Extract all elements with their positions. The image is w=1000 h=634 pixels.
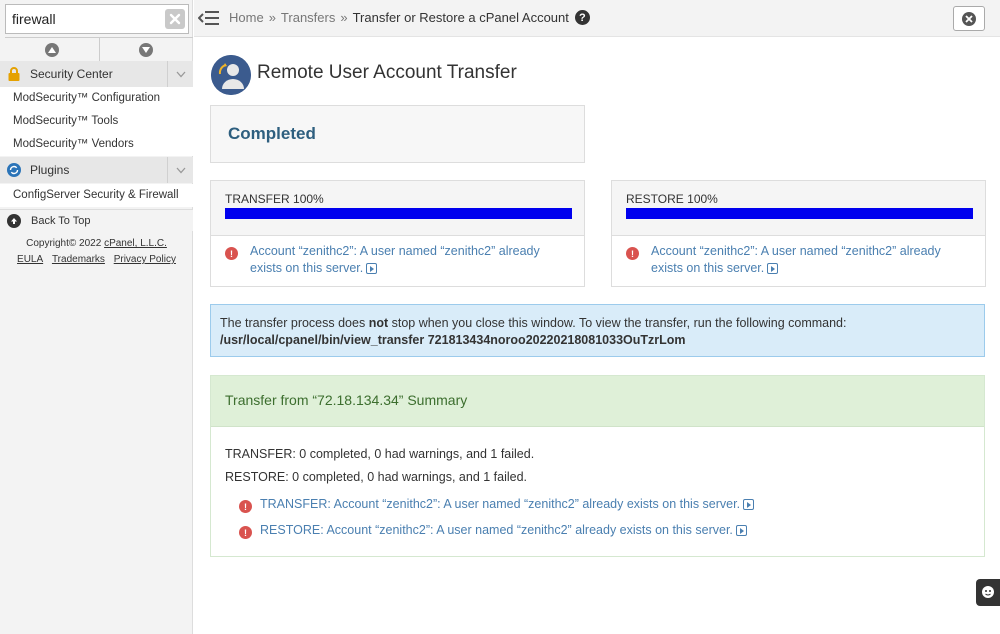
transfer-progress-label: TRANSFER 100%	[225, 192, 324, 206]
close-icon	[169, 13, 181, 25]
clear-search-button[interactable]	[165, 9, 185, 29]
sidebar-item-modsecurity-configuration[interactable]: ModSecurity™ Configuration	[0, 87, 193, 110]
summary-transfer-error-message[interactable]: TRANSFER: Account “zenithc2”: A user nam…	[260, 496, 755, 513]
sidebar-item-modsecurity-vendors[interactable]: ModSecurity™ Vendors	[0, 133, 193, 156]
close-circle-icon	[962, 11, 976, 26]
plugins-icon	[7, 163, 21, 177]
error-icon: !	[626, 247, 639, 260]
info-text: The transfer process does not stop when …	[220, 316, 847, 330]
search-input[interactable]	[6, 5, 156, 33]
eula-link[interactable]: EULA	[17, 254, 43, 265]
transfer-error: ! Account “zenithc2”: A user named “zeni…	[225, 243, 575, 277]
summary-transfer-line: TRANSFER: 0 completed, 0 had warnings, a…	[225, 447, 535, 461]
section-label: Security Center	[30, 67, 113, 81]
privacy-policy-link[interactable]: Privacy Policy	[114, 254, 176, 265]
info-alert: The transfer process does not stop when …	[210, 304, 985, 357]
details-icon[interactable]	[366, 263, 378, 275]
restore-progress-panel: RESTORE 100% ! Account “zenithc2”: A use…	[611, 180, 986, 287]
status-text: Completed	[228, 124, 316, 143]
copyright-text: Copyright© 2022	[26, 238, 102, 249]
sidebar-item-configserver-firewall[interactable]: ConfigServer Security & Firewall	[0, 184, 193, 207]
error-icon: !	[225, 247, 238, 260]
breadcrumb: Home » Transfers » Transfer or Restore a…	[229, 10, 590, 25]
close-page-button[interactable]	[953, 6, 985, 31]
trademarks-link[interactable]: Trademarks	[52, 254, 105, 265]
toggle-sidebar-button[interactable]	[197, 9, 220, 30]
help-icon[interactable]: ?	[574, 10, 590, 25]
restore-error: ! Account “zenithc2”: A user named “zeni…	[626, 243, 976, 277]
sidebar-item-modsecurity-tools[interactable]: ModSecurity™ Tools	[0, 110, 193, 133]
view-transfer-command: /usr/local/cpanel/bin/view_transfer 7218…	[220, 333, 686, 347]
breadcrumb-current: Transfer or Restore a cPanel Account	[352, 10, 569, 25]
chevron-up-icon	[44, 42, 59, 57]
sidebar-section-plugins[interactable]: Plugins	[0, 157, 193, 183]
summary-title: Transfer from “72.18.134.34” Summary	[225, 392, 468, 408]
chat-support-button[interactable]	[976, 579, 1000, 606]
legal-links: EULA Trademarks Privacy Policy	[0, 252, 193, 268]
search-box	[5, 4, 189, 34]
collapse-toggle[interactable]	[167, 61, 193, 87]
summary-restore-error: ! RESTORE: Account “zenithc2”: A user na…	[239, 522, 747, 539]
status-panel: Completed	[210, 105, 585, 163]
back-to-top-link[interactable]: Back To Top	[0, 209, 193, 231]
cpanel-link[interactable]: cPanel, L.L.C.	[104, 238, 167, 249]
breadcrumb-home[interactable]: Home	[229, 10, 264, 25]
chevron-down-icon	[176, 167, 185, 173]
copyright: Copyright© 2022 cPanel, L.L.C.	[0, 236, 193, 252]
scroll-down-button[interactable]	[100, 38, 194, 61]
collapse-toggle[interactable]	[167, 157, 193, 183]
transfer-avatar-icon	[211, 55, 251, 95]
restore-progress-bar	[626, 208, 973, 219]
summary-restore-error-message[interactable]: RESTORE: Account “zenithc2”: A user name…	[260, 522, 747, 539]
transfer-summary-panel: Transfer from “72.18.134.34” Summary TRA…	[210, 375, 985, 557]
chevron-down-icon	[139, 42, 154, 57]
scroll-up-button[interactable]	[5, 38, 100, 61]
sidebar: Security Center ModSecurity™ Configurati…	[0, 0, 193, 634]
error-icon: !	[239, 500, 252, 513]
menu-collapse-icon	[197, 11, 219, 25]
transfer-error-message[interactable]: Account “zenithc2”: A user named “zenith…	[250, 243, 575, 277]
sidebar-nav-arrows	[5, 37, 193, 61]
details-icon[interactable]	[743, 499, 755, 511]
summary-restore-line: RESTORE: 0 completed, 0 had warnings, an…	[225, 470, 528, 484]
summary-transfer-error: ! TRANSFER: Account “zenithc2”: A user n…	[239, 496, 755, 513]
details-icon[interactable]	[735, 525, 747, 537]
breadcrumb-separator: »	[268, 10, 276, 25]
page-title: Remote User Account Transfer	[257, 62, 517, 83]
top-bar: Home » Transfers » Transfer or Restore a…	[194, 0, 1000, 37]
transfer-progress-panel: TRANSFER 100% ! Account “zenithc2”: A us…	[210, 180, 585, 287]
chat-icon	[982, 585, 994, 598]
transfer-progress-bar	[225, 208, 572, 219]
restore-progress-label: RESTORE 100%	[626, 192, 718, 206]
restore-error-message[interactable]: Account “zenithc2”: A user named “zenith…	[651, 243, 976, 277]
breadcrumb-transfers[interactable]: Transfers	[281, 10, 335, 25]
sidebar-section-security-center[interactable]: Security Center	[0, 61, 193, 87]
breadcrumb-separator: »	[340, 10, 348, 25]
section-label: Plugins	[30, 163, 70, 177]
chevron-down-icon	[176, 71, 185, 77]
arrow-up-icon	[7, 213, 21, 228]
error-icon: !	[239, 526, 252, 539]
details-icon[interactable]	[767, 263, 779, 275]
back-to-top-label: Back To Top	[31, 214, 91, 227]
lock-icon	[8, 67, 20, 81]
